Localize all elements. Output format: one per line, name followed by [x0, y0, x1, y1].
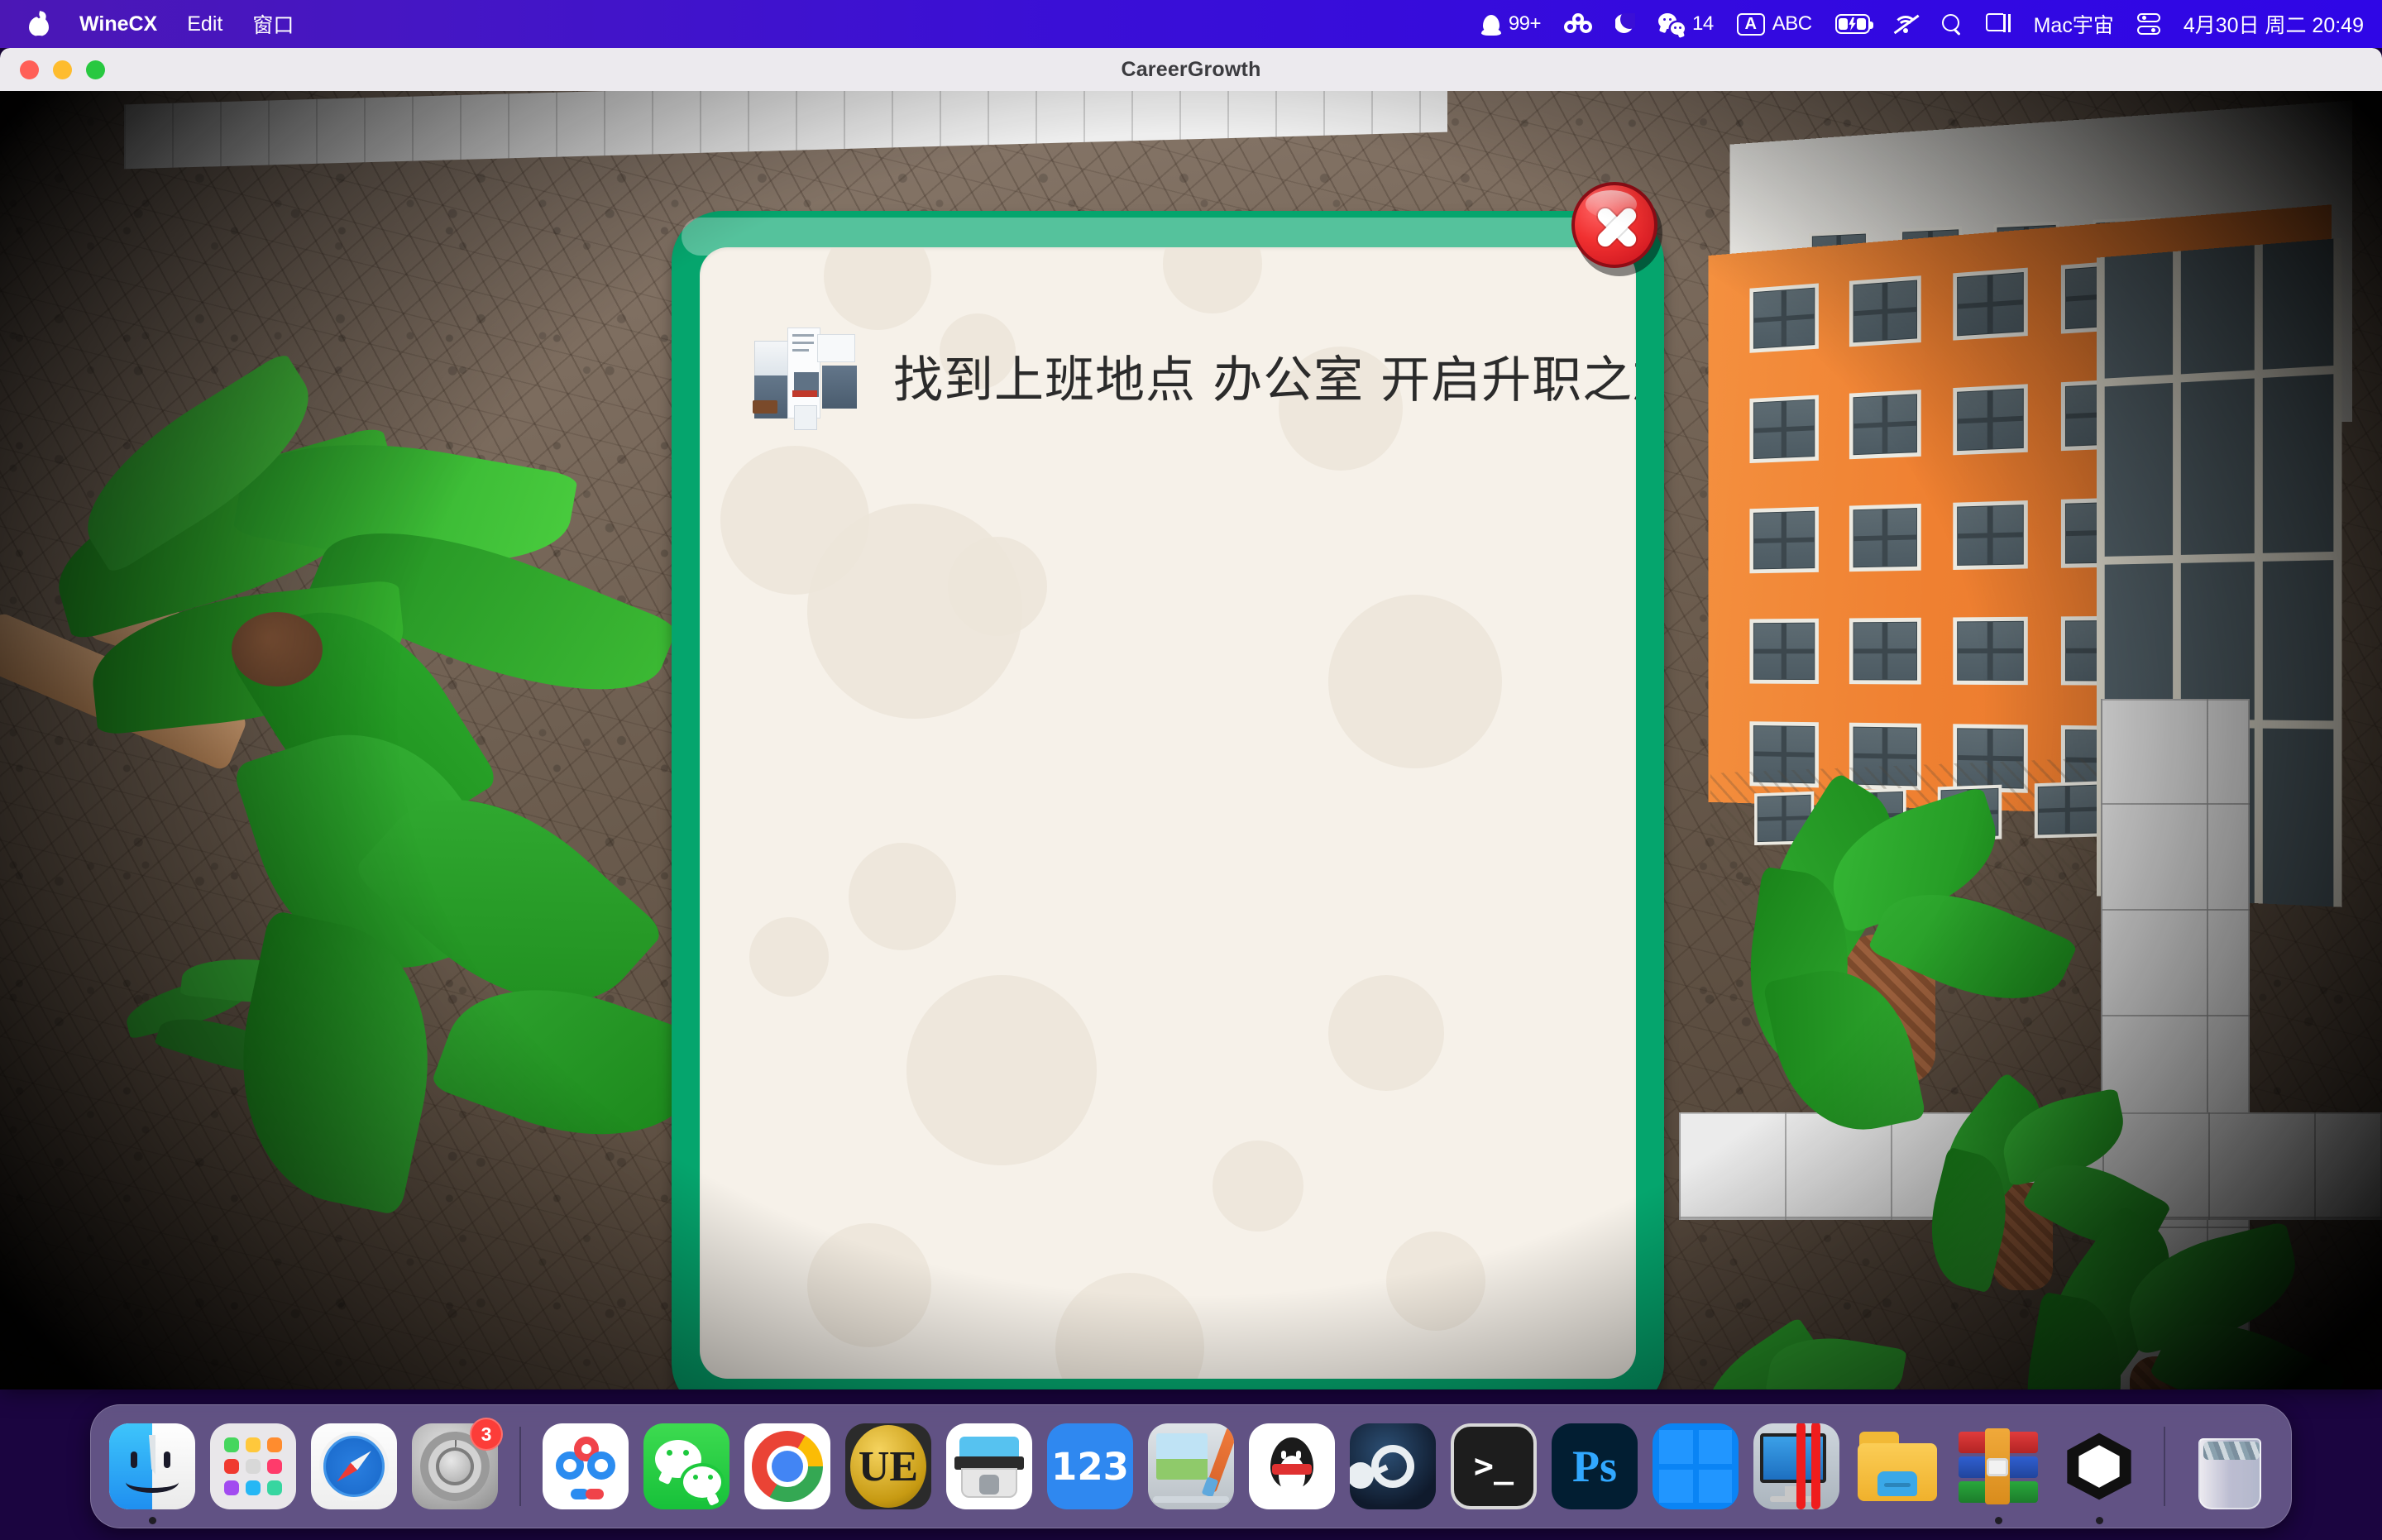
- wifi-off-icon: [1893, 14, 1918, 34]
- dock-item-chrome[interactable]: [744, 1423, 830, 1509]
- dock-item-paintbrush[interactable]: [1148, 1423, 1234, 1509]
- ultraedit-glyph: UE: [850, 1425, 926, 1508]
- dock-item-winrar[interactable]: [1955, 1423, 2041, 1509]
- qq-badge-count: 99+: [1509, 12, 1541, 36]
- game-viewport[interactable]: 找到上班地点 办公室 开启升职之旅!!: [0, 91, 2382, 1389]
- quest-message-text: 找到上班地点 办公室 开启升职之旅!!: [893, 353, 1636, 408]
- status-input-source[interactable]: A ABC: [1737, 12, 1812, 36]
- dock-item-ultraedit[interactable]: UE: [845, 1423, 931, 1509]
- window-titlebar: CareerGrowth: [0, 48, 2382, 91]
- dock-item-finder[interactable]: [109, 1423, 195, 1509]
- baidu-netdisk-icon: [1564, 13, 1592, 35]
- status-datetime[interactable]: 4月30日 周二 20:49: [2184, 9, 2364, 39]
- status-screen-mirroring[interactable]: [1986, 13, 2011, 35]
- dock-item-steam[interactable]: [1350, 1423, 1436, 1509]
- office-building-thumbnail: [751, 326, 860, 435]
- qq-penguin-icon: [1481, 12, 1501, 36]
- control-center-icon: [2137, 13, 2160, 35]
- dialog-frame: 找到上班地点 办公室 开启升职之旅!!: [672, 211, 1664, 1389]
- dock-separator-2: [2164, 1427, 2165, 1506]
- window-title: CareerGrowth: [0, 58, 2382, 82]
- quest-message-row: 找到上班地点 办公室 开启升职之旅!!: [751, 326, 1590, 435]
- battery-charging-icon: [1835, 14, 1870, 34]
- palm-tree-bottom-right: [1985, 1241, 2332, 1389]
- dock-item-unity[interactable]: [2056, 1423, 2142, 1509]
- dock-item-archiver[interactable]: [946, 1423, 1032, 1509]
- menu-edit[interactable]: Edit: [187, 12, 222, 36]
- dialog-body: 找到上班地点 办公室 开启升职之旅!!: [700, 247, 1636, 1379]
- system-settings-badge: 3: [470, 1418, 503, 1451]
- dock: 3 UE 123 >_ Ps: [90, 1404, 2292, 1528]
- letter-a-icon: A: [1737, 13, 1765, 36]
- dock-item-safari[interactable]: [311, 1423, 397, 1509]
- input-source-label: ABC: [1772, 12, 1812, 36]
- dock-item-launchpad[interactable]: [210, 1423, 296, 1509]
- pan123-glyph: 123: [1047, 1423, 1133, 1509]
- dock-item-wechat[interactable]: [643, 1423, 729, 1509]
- status-qq[interactable]: 99+: [1481, 12, 1541, 36]
- status-wifi[interactable]: [1893, 14, 1918, 34]
- menu-app-name[interactable]: WineCX: [79, 12, 157, 36]
- palm-tree-left-lower: [99, 720, 695, 1249]
- dock-item-system-settings[interactable]: 3: [412, 1423, 498, 1509]
- status-wechat[interactable]: 14: [1658, 12, 1714, 36]
- quest-dialog: 找到上班地点 办公室 开启升职之旅!!: [655, 165, 1681, 1389]
- apple-menu-icon[interactable]: [28, 12, 50, 36]
- menu-window[interactable]: 窗口: [252, 9, 294, 39]
- dialog-close-button[interactable]: [1571, 182, 1662, 273]
- app-window: CareerGrowth 找到上班地点 办公室 开启升职之: [0, 48, 2382, 1389]
- dock-item-terminal[interactable]: >_: [1451, 1423, 1537, 1509]
- dock-item-parallels[interactable]: [1753, 1423, 1839, 1509]
- dock-item-folder[interactable]: [1854, 1423, 1940, 1509]
- shrub-bottom: [1679, 1323, 1927, 1389]
- dock-item-qq[interactable]: [1249, 1423, 1335, 1509]
- photoshop-glyph: Ps: [1552, 1423, 1638, 1509]
- status-user-name[interactable]: Mac宇宙: [2034, 9, 2114, 39]
- dock-separator-1: [519, 1427, 521, 1506]
- wechat-badge-count: 14: [1692, 12, 1714, 36]
- status-baidu-netdisk[interactable]: [1564, 13, 1592, 35]
- dock-item-windows[interactable]: [1653, 1423, 1739, 1509]
- status-do-not-disturb[interactable]: [1615, 13, 1635, 35]
- dock-item-trash[interactable]: [2187, 1423, 2273, 1509]
- menu-bar: WineCX Edit 窗口 99+ 14 A ABC Mac宇宙 4月30日 …: [0, 0, 2382, 48]
- screen-mirroring-icon: [1986, 13, 2011, 35]
- status-battery[interactable]: [1835, 14, 1870, 34]
- dock-item-photoshop[interactable]: Ps: [1552, 1423, 1638, 1509]
- wechat-icon: [1658, 13, 1685, 35]
- terminal-glyph: >_: [1474, 1450, 1514, 1483]
- search-icon: [1941, 13, 1963, 35]
- dock-item-baidu-netdisk[interactable]: [543, 1423, 629, 1509]
- status-control-center[interactable]: [2137, 13, 2160, 35]
- dock-item-pan123[interactable]: 123: [1047, 1423, 1133, 1509]
- status-spotlight[interactable]: [1941, 13, 1963, 35]
- moon-icon: [1615, 13, 1635, 35]
